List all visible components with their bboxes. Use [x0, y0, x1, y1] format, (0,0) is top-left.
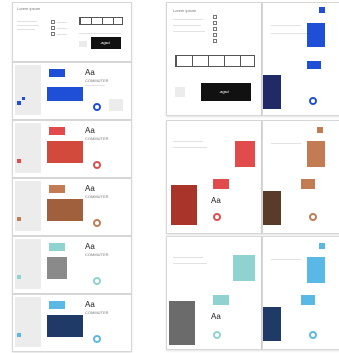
board-bottom-right: [262, 236, 339, 350]
preview-row-teal: Aa COMMUTER: [12, 236, 132, 294]
board-mid-left: Aa: [166, 120, 262, 234]
donut-chart-icon: [93, 277, 101, 285]
cover-title: Lorem ipsum: [17, 6, 41, 11]
board-top-left: Lorem ipsum .agsd: [166, 2, 262, 116]
donut-chart-icon: [93, 161, 101, 169]
board-top-right: [262, 2, 339, 116]
logo-block: .agsd: [201, 83, 251, 101]
preview-row-red: Aa COMMUTER: [12, 120, 132, 178]
grid-boxes: [79, 17, 123, 25]
cover-card: Lorem ipsum .agsd: [12, 2, 132, 62]
donut-chart-icon: [93, 219, 101, 227]
preview-row-blue: Aa COMMUTER: [12, 62, 132, 120]
donut-chart-icon: [309, 331, 317, 339]
donut-chart-icon: [93, 103, 101, 111]
logo-block: .agsd: [91, 37, 121, 49]
donut-chart-icon: [309, 97, 317, 105]
donut-chart-icon: [213, 331, 221, 339]
donut-chart-icon: [93, 335, 101, 343]
typeface-sample: Aa: [85, 68, 95, 77]
donut-chart-icon: [309, 213, 317, 221]
preview-row-sky: Aa COMMUTER: [12, 294, 132, 352]
preview-row-brown: Aa COMMUTER: [12, 178, 132, 236]
grid-boxes: [175, 55, 255, 67]
board-bottom-left: Aa: [166, 236, 262, 350]
donut-chart-icon: [213, 213, 221, 221]
board-mid-right: [262, 120, 339, 234]
